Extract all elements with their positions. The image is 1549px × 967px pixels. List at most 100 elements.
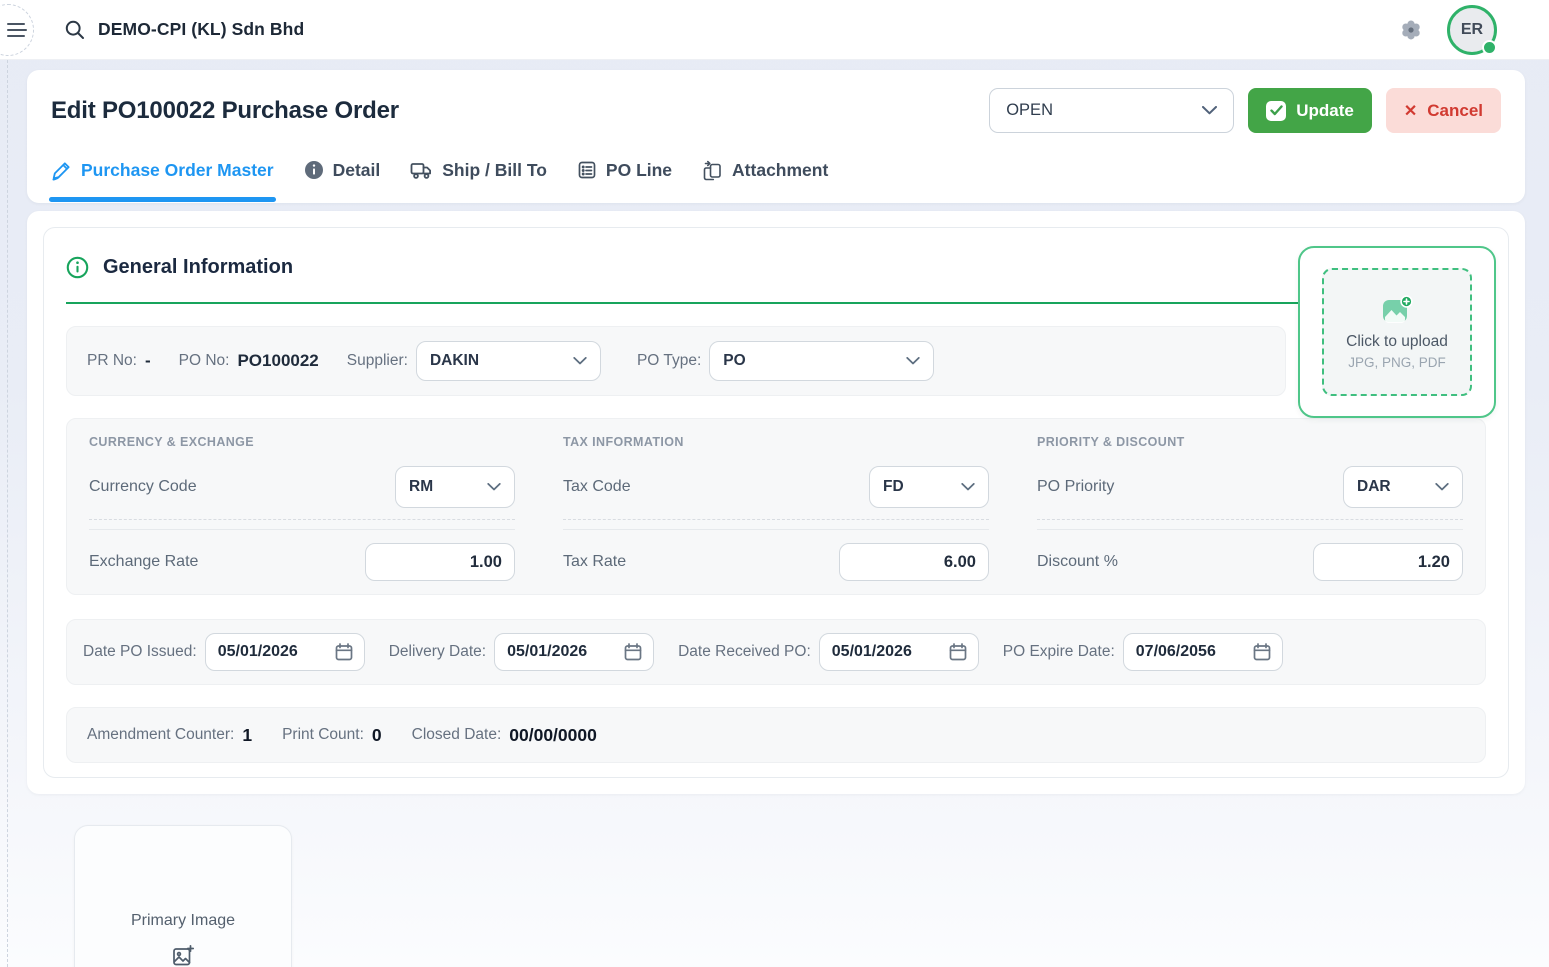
column-header: TAX INFORMATION [563, 435, 989, 449]
delivery-date-label: Delivery Date: [389, 643, 486, 661]
list-icon [577, 160, 597, 180]
search-icon[interactable] [64, 19, 85, 40]
exchange-rate-input[interactable] [365, 543, 515, 581]
exchange-rate-label: Exchange Rate [89, 553, 198, 571]
chevron-down-icon [487, 483, 501, 491]
hamburger-menu-icon[interactable] [0, 4, 34, 56]
currency-code-value: RM [409, 478, 433, 496]
pr-no-value: - [145, 351, 151, 371]
tax-information-column: TAX INFORMATION Tax Code FD Tax Rate [563, 435, 989, 582]
date-received-po-input[interactable]: 05/01/2026 [819, 633, 979, 671]
info-circle-icon [304, 160, 324, 180]
chevron-down-icon [906, 357, 920, 365]
section-underline [66, 302, 1486, 304]
tab-detail[interactable]: Detail [304, 157, 381, 183]
chevron-down-icon [1202, 106, 1217, 115]
image-plus-icon [1381, 295, 1413, 325]
tab-purchase-order-master[interactable]: Purchase Order Master [51, 157, 274, 183]
calendar-icon [334, 642, 354, 662]
print-count-label: Print Count: [282, 726, 364, 744]
dates-row: Date PO Issued: 05/01/2026 Delivery Date… [66, 619, 1486, 685]
tab-label: Attachment [732, 160, 828, 181]
date-value: 05/01/2026 [832, 643, 912, 661]
closed-date-value: 00/00/0000 [509, 725, 597, 746]
date-received-po-label: Date Received PO: [678, 643, 811, 661]
po-expire-date-input[interactable]: 07/06/2056 [1123, 633, 1283, 671]
calendar-icon [948, 642, 968, 662]
po-type-select-value: PO [723, 352, 745, 370]
divider [89, 529, 515, 530]
divider [1037, 519, 1463, 520]
chevron-down-icon [961, 483, 975, 491]
date-po-issued-label: Date PO Issued: [83, 643, 197, 661]
currency-exchange-column: CURRENCY & EXCHANGE Currency Code RM Exc… [89, 435, 515, 582]
column-header: CURRENCY & EXCHANGE [89, 435, 515, 449]
chevron-down-icon [573, 357, 587, 365]
currency-code-select[interactable]: RM [395, 466, 515, 508]
print-count-value: 0 [372, 725, 382, 746]
po-expire-date-label: PO Expire Date: [1003, 643, 1115, 661]
gear-icon[interactable] [1399, 18, 1423, 42]
tax-code-select[interactable]: FD [869, 466, 989, 508]
document-upload-box: Click to upload JPG, PNG, PDF [1298, 246, 1496, 418]
tax-rate-input[interactable] [839, 543, 989, 581]
amendment-counter-value: 1 [242, 725, 252, 746]
primary-image-label: Primary Image [131, 912, 235, 930]
date-value: 07/06/2056 [1136, 643, 1216, 661]
closed-date-label: Closed Date: [412, 726, 502, 744]
pen-icon [51, 160, 72, 181]
tab-label: Purchase Order Master [81, 160, 274, 181]
topbar: DEMO-CPI (KL) Sdn Bhd ER [0, 0, 1549, 60]
tab-ship-bill-to[interactable]: Ship / Bill To [410, 157, 547, 183]
po-form-card: General Information Click to upload [27, 211, 1525, 794]
po-type-select[interactable]: PO [709, 341, 934, 381]
counters-row: Amendment Counter: 1 Print Count: 0 Clos… [66, 707, 1486, 763]
po-tabs: Purchase Order Master Detail Ship / Bill… [51, 157, 1501, 183]
upload-formats: JPG, PNG, PDF [1348, 355, 1446, 370]
status-select[interactable]: OPEN [989, 88, 1234, 133]
upload-title: Click to upload [1346, 333, 1448, 351]
online-status-dot [1482, 40, 1497, 55]
tax-code-label: Tax Code [563, 478, 631, 496]
supplier-select-value: DAKIN [430, 352, 479, 370]
po-no-value: PO100022 [237, 351, 318, 371]
user-avatar[interactable]: ER [1447, 5, 1497, 55]
section-title: General Information [103, 256, 293, 279]
cancel-button[interactable]: ✕ Cancel [1386, 88, 1501, 133]
date-po-issued-input[interactable]: 05/01/2026 [205, 633, 365, 671]
tax-code-value: FD [883, 478, 904, 496]
upload-dropzone[interactable]: Click to upload JPG, PNG, PDF [1322, 268, 1472, 396]
po-priority-label: PO Priority [1037, 478, 1114, 496]
tab-po-line[interactable]: PO Line [577, 157, 672, 183]
chevron-down-icon [1435, 483, 1449, 491]
divider [89, 519, 515, 520]
po-priority-select[interactable]: DAR [1343, 466, 1463, 508]
currency-tax-priority-section: CURRENCY & EXCHANGE Currency Code RM Exc… [66, 418, 1486, 595]
supplier-label: Supplier: [347, 352, 408, 370]
supplier-select[interactable]: DAKIN [416, 341, 601, 381]
date-value: 05/01/2026 [218, 643, 298, 661]
po-type-label: PO Type: [637, 352, 701, 370]
update-button[interactable]: Update [1248, 88, 1372, 133]
company-name: DEMO-CPI (KL) Sdn Bhd [98, 19, 304, 40]
x-icon: ✕ [1404, 101, 1417, 121]
page-title: Edit PO100022 Purchase Order [51, 97, 989, 125]
po-priority-value: DAR [1357, 478, 1391, 496]
info-outline-icon [66, 256, 89, 279]
discount-percent-input[interactable] [1313, 543, 1463, 581]
currency-code-label: Currency Code [89, 478, 197, 496]
divider [1037, 529, 1463, 530]
primary-image-card[interactable]: Primary Image [74, 825, 292, 967]
tax-rate-label: Tax Rate [563, 553, 626, 571]
discount-percent-label: Discount % [1037, 553, 1118, 571]
delivery-date-input[interactable]: 05/01/2026 [494, 633, 654, 671]
update-button-label: Update [1296, 101, 1354, 121]
date-value: 05/01/2026 [507, 643, 587, 661]
tab-label: Ship / Bill To [442, 160, 547, 181]
po-no-label: PO No: [179, 352, 230, 370]
check-square-icon [1266, 101, 1286, 121]
tab-attachment[interactable]: Attachment [702, 157, 828, 183]
cancel-button-label: Cancel [1427, 101, 1483, 121]
calendar-icon [1252, 642, 1272, 662]
divider [563, 519, 989, 520]
